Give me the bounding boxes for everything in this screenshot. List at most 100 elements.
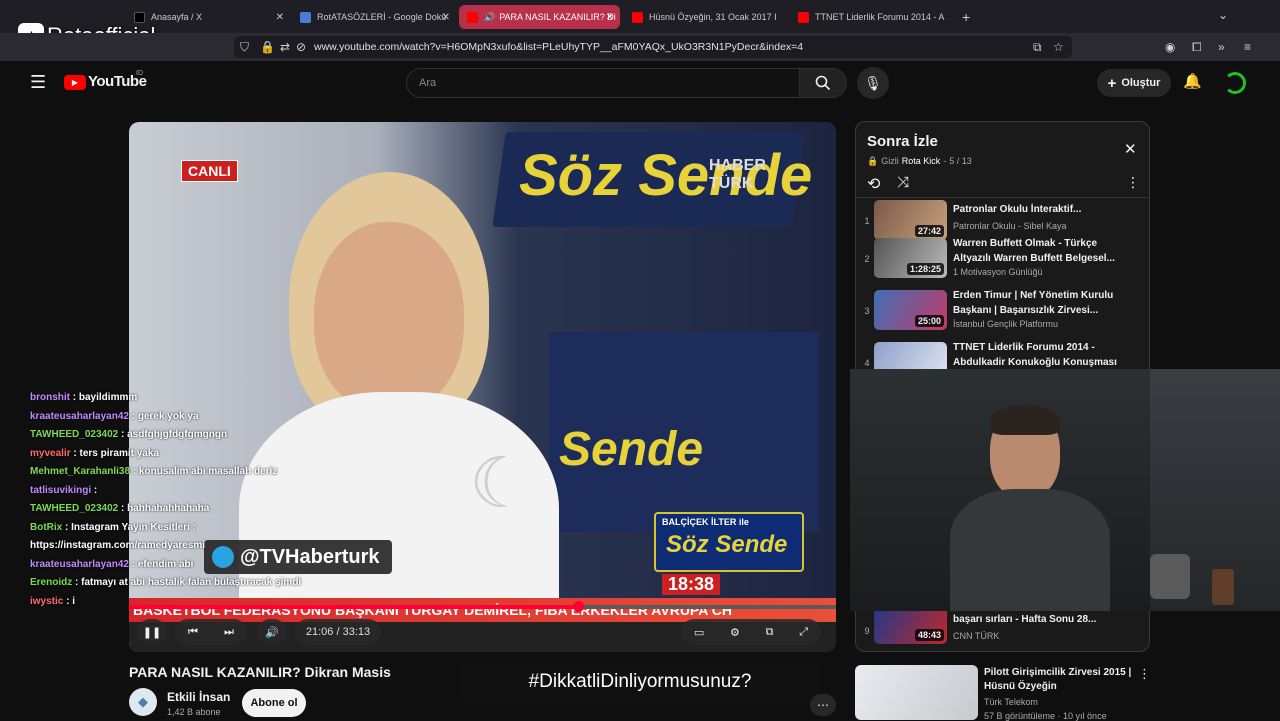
chat-username[interactable]: Mehmet_Karahanli38 bbox=[30, 466, 133, 477]
subscribe-button[interactable]: Abone ol bbox=[242, 689, 306, 717]
close-tab-icon[interactable]: ✕ bbox=[442, 12, 450, 23]
volume-button[interactable]: 🔊 bbox=[257, 619, 287, 645]
tab-list-chevron-icon[interactable]: ⌄ bbox=[1218, 8, 1228, 22]
progress-scrubber[interactable] bbox=[572, 601, 584, 612]
chat-text: : bayildimmm bbox=[72, 392, 138, 403]
chat-username[interactable]: TAWHEED_023402 bbox=[30, 503, 121, 514]
x-icon bbox=[134, 11, 145, 23]
video-player[interactable]: Söz Sende HABER TÜRK Sende CANLI ☾ @TVHa… bbox=[129, 122, 836, 652]
close-playlist-icon[interactable]: ✕ bbox=[1124, 140, 1137, 158]
playlist-item[interactable]: 9 48:43 başarı sırları - Hafta Sonu 28..… bbox=[856, 604, 1149, 651]
subscriber-count: 1,42 B abone bbox=[167, 707, 221, 717]
hamburger-menu-icon[interactable]: ☰ bbox=[30, 72, 46, 93]
chat-username[interactable]: kraateusaharlayan42 bbox=[30, 559, 132, 570]
chat-message: Erenoidz : fatmayı at abi hastalık falan… bbox=[30, 577, 301, 588]
subtitles-icon[interactable]: ▭ bbox=[694, 626, 704, 639]
chat-text: : konusalim abi masallah deriz bbox=[132, 466, 278, 477]
overflow-chevron-icon[interactable]: » bbox=[1218, 40, 1225, 54]
thumbnail: 25:00 bbox=[874, 290, 947, 330]
create-button[interactable]: + Oluştur bbox=[1097, 69, 1171, 97]
chat-username[interactable]: BotRix bbox=[30, 522, 65, 533]
account-icon[interactable]: ◉ bbox=[1165, 40, 1175, 54]
region-code: ID bbox=[136, 70, 143, 77]
url-text[interactable]: www.youtube.com/watch?v=H6OMpN3xufo&list… bbox=[314, 41, 803, 53]
shield-icon[interactable]: ⛉ bbox=[240, 40, 249, 55]
progress-fill bbox=[129, 605, 578, 609]
channel-avatar[interactable]: ◆ bbox=[129, 688, 157, 716]
tab-ttnet[interactable]: TTNET Liderlik Forumu 2014 - A bbox=[790, 5, 954, 29]
recommendation-title[interactable]: Pilott Girişimcilik Zirvesi 2015 | Hüsnü… bbox=[984, 666, 1134, 694]
chat-text: : efendim abi bbox=[131, 558, 194, 570]
extensions-icon[interactable]: ⧠ bbox=[1192, 40, 1202, 55]
chat-username[interactable]: myvealir bbox=[30, 448, 73, 459]
video-title: PARA NASIL KAZANILIR? Dikran Masis bbox=[129, 664, 391, 680]
chat-text: : asdfghjgfdgfgmgngn bbox=[120, 429, 228, 440]
playlist-title[interactable]: Sonra İzle bbox=[867, 133, 938, 150]
voice-search-button[interactable]: 🎙 bbox=[857, 67, 889, 99]
streamer-hair bbox=[990, 405, 1060, 435]
tab-youtube-active[interactable]: 🔊 PARA NASIL KAZANILIR? Di ✕ bbox=[459, 5, 620, 29]
next-icon[interactable]: ⏭ bbox=[224, 626, 234, 639]
picture-in-picture-icon[interactable]: ⧉ bbox=[1033, 40, 1042, 55]
recommendation-thumbnail[interactable] bbox=[855, 665, 978, 720]
search-button[interactable] bbox=[799, 68, 847, 98]
chat-message: bronshit : bayildimmm bbox=[30, 392, 137, 403]
hashtag-overlay: #DikkatliDinliyormusunuz? bbox=[460, 660, 820, 704]
youtube-icon bbox=[632, 11, 643, 23]
loop-icon[interactable]: ⟲ bbox=[867, 174, 880, 194]
show-logo-box: BALÇİÇEK İLTER ile Söz Sende bbox=[654, 512, 804, 572]
more-options-icon[interactable]: ⋮ bbox=[1126, 174, 1140, 191]
settings-gear-icon[interactable]: ⚙ bbox=[730, 626, 740, 639]
tab-husnu-ozyegin[interactable]: Hüsnü Özyeğin, 31 Ocak 2017 I bbox=[624, 5, 788, 29]
speaker-icon[interactable]: 🔊 bbox=[484, 12, 495, 23]
thumbnail: 1:28:25 bbox=[874, 238, 947, 278]
tracking-protection-icon[interactable]: ⊘ bbox=[296, 40, 306, 54]
channel-watermark: HABER TÜRK bbox=[709, 157, 766, 192]
new-tab-icon[interactable]: + bbox=[962, 9, 970, 25]
shuffle-icon[interactable]: ⤨ bbox=[897, 174, 909, 191]
twitter-bird-icon bbox=[212, 546, 234, 568]
youtube-logo-icon[interactable]: ▶ bbox=[64, 75, 86, 90]
chat-username[interactable]: kraateusaharlayan42 bbox=[30, 411, 132, 422]
player-controls: ❚❚ ⏮ ⏭ 🔊 21:06 / 33:13 ▭ ⚙ ⧉ ⤢ bbox=[129, 612, 836, 652]
notifications-bell-icon[interactable]: 🔔 bbox=[1183, 72, 1202, 90]
more-actions-icon[interactable]: ⋯ bbox=[810, 694, 836, 716]
miniplayer-icon[interactable]: ⧉ bbox=[766, 626, 774, 639]
chat-username[interactable]: tatlisuvikingi bbox=[30, 485, 94, 496]
chat-text: : bbox=[93, 484, 98, 496]
chat-text: : fatmayı at abi hastalık falan bulaştır… bbox=[75, 577, 302, 588]
crescent-star-icon: ☾ bbox=[469, 444, 532, 522]
playlist-meta: 🔒 Gizli Rota Kick -5 / 13 bbox=[867, 156, 972, 166]
glass bbox=[1212, 569, 1234, 605]
tab-google-docs[interactable]: RotATASÖZLERİ - Google Dokü ✕ bbox=[292, 5, 456, 29]
permissions-icon[interactable]: ⇄ bbox=[280, 40, 290, 54]
chat-username[interactable]: Erenoidz bbox=[30, 577, 75, 588]
volume-icon: 🔊 bbox=[265, 626, 279, 639]
playlist-item[interactable]: 2 1:28:25 Warren Buffett Olmak - Türkçe … bbox=[856, 236, 1149, 288]
search-input[interactable]: Ara bbox=[406, 68, 800, 98]
chat-message: TAWHEED_023402 : asdfghjgfdgfgmgngn bbox=[30, 429, 227, 440]
close-tab-icon[interactable]: ✕ bbox=[606, 12, 614, 23]
pause-icon: ❚❚ bbox=[142, 626, 162, 639]
menu-icon[interactable]: ≡ bbox=[1244, 40, 1251, 54]
avatar[interactable] bbox=[1224, 72, 1246, 94]
recommendation-channel[interactable]: Türk Telekom bbox=[984, 697, 1038, 707]
chat-username[interactable]: TAWHEED_023402 bbox=[30, 429, 121, 440]
streamer-body bbox=[950, 489, 1110, 611]
chat-message: BotRix : Instagram Yayın Kesitleri : bbox=[30, 522, 196, 533]
chat-username[interactable]: iwystic bbox=[30, 596, 66, 607]
progress-bar[interactable] bbox=[129, 605, 836, 609]
close-tab-icon[interactable]: ✕ bbox=[276, 12, 284, 23]
bookmark-star-icon[interactable]: ☆ bbox=[1053, 40, 1064, 54]
fullscreen-icon[interactable]: ⤢ bbox=[799, 626, 808, 639]
youtube-icon bbox=[467, 11, 478, 23]
previous-icon[interactable]: ⏮ bbox=[188, 626, 198, 639]
chat-message: https://instagram.com/ramedyaresmi bbox=[30, 540, 205, 551]
chat-text: https://instagram.com/ramedyaresmi bbox=[30, 540, 206, 551]
lock-icon[interactable]: 🔒 bbox=[260, 40, 275, 54]
channel-name[interactable]: Etkili İnsan bbox=[167, 690, 230, 704]
chat-username[interactable]: bronshit bbox=[30, 392, 73, 403]
pause-button[interactable]: ❚❚ bbox=[137, 619, 167, 645]
recommendation-menu-icon[interactable]: ⋮ bbox=[1138, 666, 1151, 682]
playlist-item[interactable]: 3 25:00 Erden Timur | Nef Yönetim Kurulu… bbox=[856, 288, 1149, 340]
